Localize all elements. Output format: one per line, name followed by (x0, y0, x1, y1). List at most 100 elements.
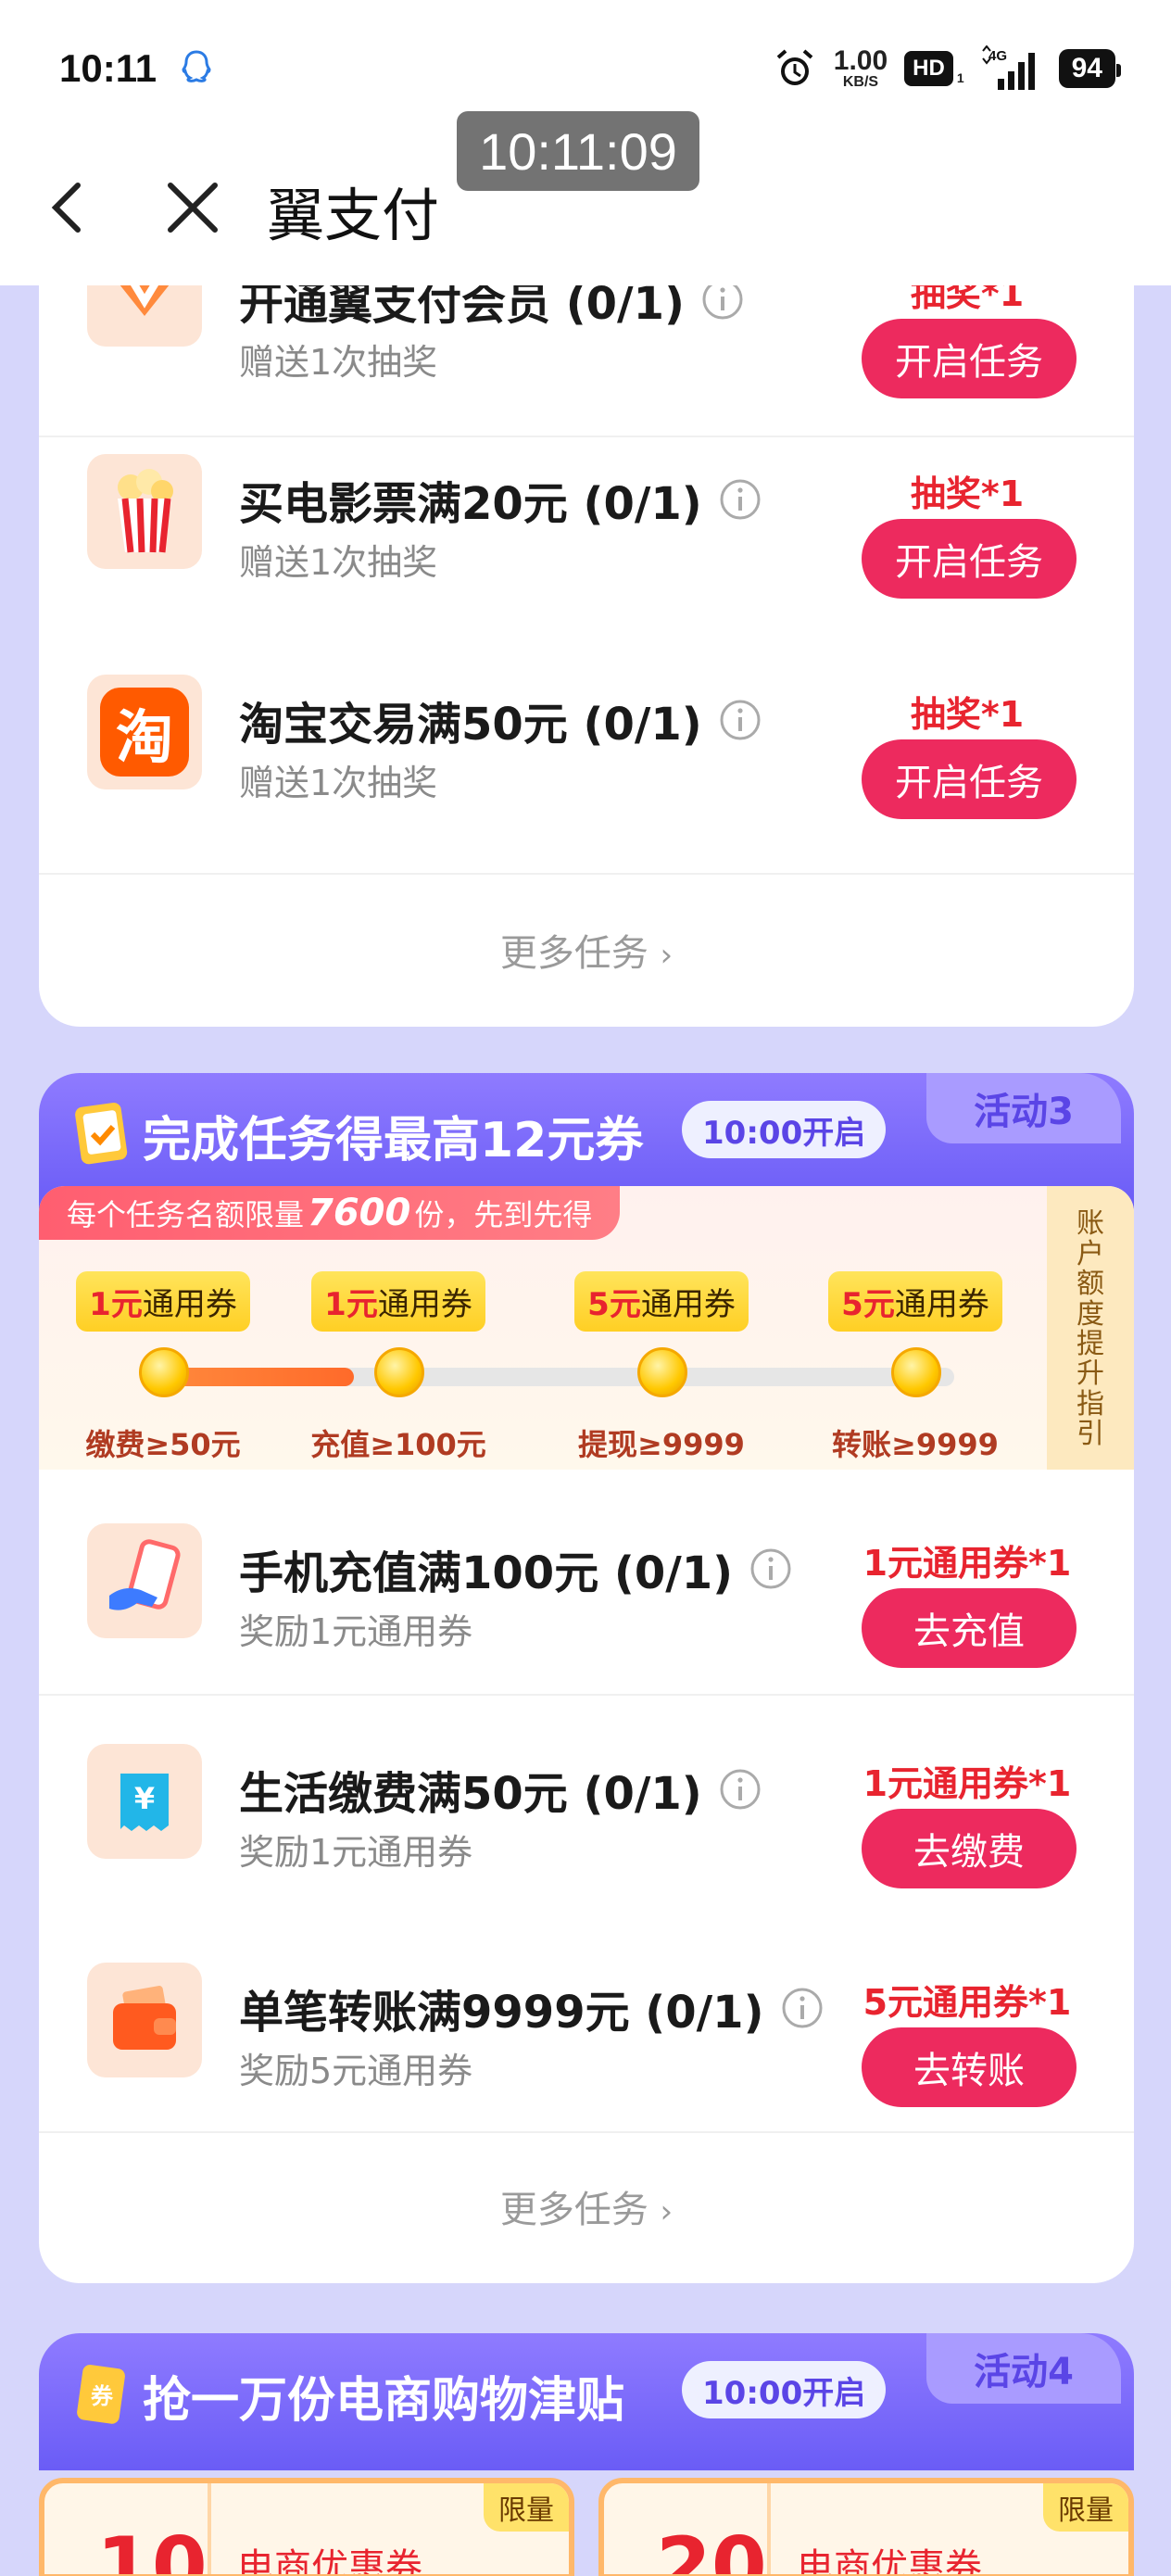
task-card-lottery: 开通翼支付会员 (0/1) 赠送1次抽奖 抽奖*1 开启任务 买电影票满20元 … (39, 185, 1134, 1027)
task-row: 手机充值满100元 (0/1) 奖励1元通用券 1元通用券*1 去充值 (39, 1523, 1134, 1742)
net-speed-unit: KB/S (842, 74, 879, 90)
signal-4g-icon: 4G (981, 45, 1035, 90)
screen-time-overlay: 10:11:09 (457, 111, 699, 191)
close-icon[interactable] (159, 174, 226, 241)
task-title-text: 手机充值满100元 (0/1) (239, 1547, 734, 1599)
more-tasks-label: 更多任务 (499, 932, 648, 975)
task-title: 手机充值满100元 (0/1) (239, 1536, 792, 1601)
milestone-label: 充值≥100元 (310, 1427, 486, 1462)
shopping-coupon-card[interactable]: 20 电商优惠券 限量 (598, 2478, 1134, 2576)
milestone: 5元通用券 转账≥9999 (813, 1271, 1017, 1462)
task-title: 买电影票满20元 (0/1) (239, 467, 762, 532)
task-row: 买电影票满20元 (0/1) 赠送1次抽奖 抽奖*1 开启任务 (39, 454, 1134, 673)
reward-label: 5元通用券*1 (863, 1982, 1072, 2023)
info-icon[interactable] (719, 478, 762, 521)
reward-label: 抽奖*1 (910, 694, 1025, 735)
activity4-header: 券 抢一万份电商购物津贴 10:00开启 活动4 (39, 2333, 1134, 2470)
milestone-coupon-text: 通用券 (894, 1286, 989, 1323)
guide-char: 度 (1077, 1297, 1104, 1331)
divider (39, 873, 1134, 875)
wallet-icon (87, 1963, 202, 2077)
start-task-button[interactable]: 开启任务 (862, 739, 1077, 819)
divider (39, 436, 1134, 437)
svg-text:¥: ¥ (134, 1781, 155, 1816)
coupon-name: 电商优惠券 (797, 2546, 982, 2576)
task-row: 单笔转账满9999元 (0/1) 奖励5元通用券 5元通用券*1 去转账 (39, 1963, 1134, 2181)
milestone-label: 转账≥9999 (832, 1427, 999, 1462)
coupon-divider (208, 2483, 211, 2574)
info-icon[interactable] (781, 1987, 824, 2029)
activity4-title: 抢一万份电商购物津贴 (143, 2373, 625, 2429)
battery-indicator: 94 (1058, 49, 1122, 88)
milestone-amount: 5元 (587, 1286, 641, 1323)
start-task-button[interactable]: 开启任务 (862, 519, 1077, 599)
progress-track (154, 1368, 954, 1386)
guide-char: 引 (1077, 1418, 1104, 1451)
reward-label: 1元通用券*1 (863, 1543, 1072, 1584)
activity3-tab: 活动3 (926, 1073, 1121, 1143)
task-subtitle: 奖励1元通用券 (239, 1611, 473, 1652)
milestone-amount: 1元 (324, 1286, 378, 1323)
taobao-icon: 淘 (87, 675, 202, 789)
chevron-right-icon: › (660, 2193, 674, 2230)
milestone-label: 缴费≥50元 (85, 1427, 241, 1462)
reward-label: 抽奖*1 (910, 474, 1025, 514)
limited-badge: 限量 (1043, 2483, 1128, 2532)
shopping-coupon-card[interactable]: 10 电商优惠券 限量 (39, 2478, 574, 2576)
svg-text:券: 券 (91, 2383, 114, 2409)
task-title-text: 买电影票满20元 (0/1) (239, 478, 702, 530)
recharge-button[interactable]: 去充值 (862, 1588, 1077, 1668)
coupon-ticket-icon: 券 (77, 2364, 125, 2424)
activity3-progress-panel: 每个任务名额限量 7600 份，先到先得 1元通用券 缴费≥50元 1元通用券 … (39, 1186, 1134, 1473)
qq-icon (182, 50, 211, 82)
pay-bill-button[interactable]: 去缴费 (862, 1809, 1077, 1888)
milestone-coupon: 1元通用券 (311, 1271, 485, 1332)
info-icon[interactable] (719, 1768, 762, 1811)
network-speed: 1.00 KB/S (834, 47, 888, 90)
milestone-coupon-text: 通用券 (640, 1286, 736, 1323)
milestone-coupon: 1元通用券 (76, 1271, 250, 1332)
task-card-coupons: 手机充值满100元 (0/1) 奖励1元通用券 1元通用券*1 去充值 ¥ 生活… (39, 1470, 1134, 2283)
coin-icon (374, 1347, 424, 1397)
guide-char: 提 (1077, 1328, 1104, 1360)
task-title: 生活缴费满50元 (0/1) (239, 1757, 762, 1822)
milestone-coupon-text: 通用券 (377, 1286, 472, 1323)
account-limit-guide[interactable]: 账 户 额 度 提 升 指 引 (1047, 1186, 1134, 1473)
info-icon[interactable] (749, 1547, 792, 1590)
divider (39, 1694, 1134, 1696)
phone-hand-icon (87, 1523, 202, 1638)
task-title: 单笔转账满9999元 (0/1) (239, 1976, 824, 2040)
milestone: 1元通用券 充值≥100元 (296, 1271, 500, 1462)
guide-char: 额 (1077, 1268, 1104, 1301)
guide-char: 指 (1077, 1387, 1104, 1421)
milestone: 5元通用券 提现≥9999 (560, 1271, 763, 1462)
task-subtitle: 奖励5元通用券 (239, 2051, 473, 2091)
coupon-amount: 10 (96, 2520, 208, 2576)
task-subtitle: 赠送1次抽奖 (239, 542, 438, 583)
popcorn-icon (87, 454, 202, 569)
info-icon[interactable] (719, 699, 762, 741)
more-tasks-link[interactable]: 更多任务 › (39, 2179, 1134, 2233)
coupon-divider (767, 2483, 771, 2574)
limit-suffix: 份，先到先得 (414, 1197, 593, 1232)
task-row: ¥ 生活缴费满50元 (0/1) 奖励1元通用券 1元通用券*1 去缴费 (39, 1744, 1134, 1963)
start-task-button[interactable]: 开启任务 (862, 319, 1077, 398)
chevron-right-icon: › (660, 937, 674, 974)
limited-badge: 限量 (484, 2483, 569, 2532)
milestone-amount: 1元 (89, 1286, 143, 1323)
guide-char: 账 (1077, 1207, 1104, 1241)
task-title-text: 单笔转账满9999元 (0/1) (239, 1987, 764, 2039)
activity4-open-time: 10:00开启 (682, 2361, 887, 2418)
coin-icon (139, 1347, 189, 1397)
task-title-text: 淘宝交易满50元 (0/1) (239, 699, 702, 751)
limit-number: 7600 (308, 1192, 411, 1234)
divider (39, 2131, 1134, 2133)
more-tasks-link[interactable]: 更多任务 › (39, 923, 1134, 977)
task-title: 淘宝交易满50元 (0/1) (239, 688, 762, 752)
task-title-text: 生活缴费满50元 (0/1) (239, 1768, 702, 1820)
back-icon[interactable] (41, 174, 96, 241)
activity3-open-time: 10:00开启 (682, 1101, 887, 1158)
alarm-icon (776, 49, 813, 85)
guide-char: 户 (1077, 1237, 1104, 1270)
transfer-button[interactable]: 去转账 (862, 2027, 1077, 2107)
